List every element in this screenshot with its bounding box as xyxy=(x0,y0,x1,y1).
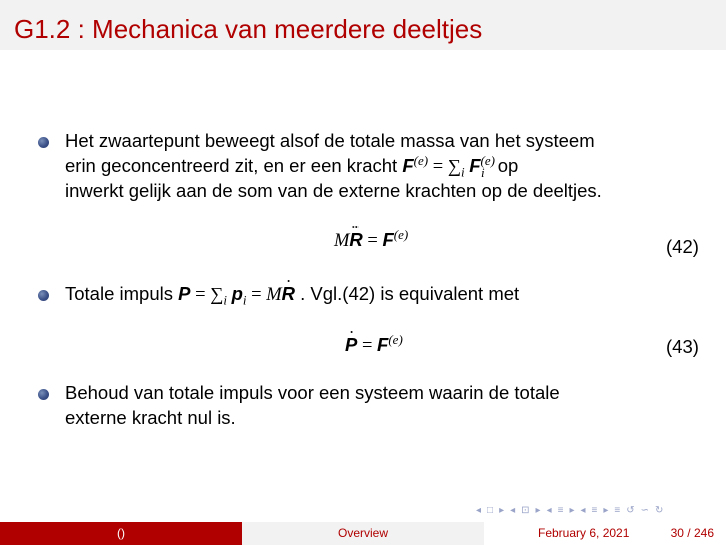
nav-symbol[interactable]: ◂ xyxy=(547,505,553,516)
bullet-icon xyxy=(38,290,49,301)
nav-symbol[interactable]: ◂ xyxy=(510,505,516,516)
nav-symbol[interactable]: □ xyxy=(487,505,494,516)
bullet-1-line-3: inwerkt gelijk aan de som van de externe… xyxy=(65,180,602,201)
nav-symbol[interactable]: ≡ xyxy=(592,505,599,516)
footer-section[interactable]: Overview xyxy=(242,522,484,545)
bullet-icon xyxy=(38,389,49,400)
footer-author: () xyxy=(0,522,242,545)
nav-symbol[interactable]: ◂ xyxy=(580,505,586,516)
nav-symbol[interactable]: ↺ xyxy=(626,505,635,516)
bullet-3-line-2: externe kracht nul is. xyxy=(65,407,236,428)
nav-symbol[interactable]: ⊡ xyxy=(521,505,530,516)
bullet-1-line-1: Het zwaartepunt beweegt alsof de totale … xyxy=(65,130,595,151)
nav-symbol[interactable]: ▸ xyxy=(603,505,609,516)
footer-date: February 6, 2021 xyxy=(538,526,630,540)
nav-symbol[interactable]: ◂ xyxy=(476,505,482,516)
footer-info: February 6, 2021 30 / 246 xyxy=(484,522,726,545)
bullet-1-line-2: erin geconcentreerd zit, en er een krach… xyxy=(65,152,519,180)
navigation-controls[interactable]: ◂ □ ▸ ◂ ⊡ ▸ ◂ ≡ ▸ ◂ ≡ ▸ ≡ ↺ ∽ ↻ xyxy=(476,505,669,516)
nav-symbol[interactable]: ↻ xyxy=(655,505,664,516)
bullet-2-text-tail: . Vgl.(42) is equivalent met xyxy=(300,283,520,304)
footer-page-number: 30 / 246 xyxy=(670,526,714,540)
bullet-2-text: Totale impuls xyxy=(65,283,173,304)
footer-bar: () Overview February 6, 2021 30 / 246 xyxy=(0,522,726,545)
external-force-formula: F(e) = ∑i F(e)i xyxy=(402,152,495,180)
nav-symbol[interactable]: ▸ xyxy=(569,505,575,516)
bullet-2-line: Totale impuls P = ∑i pi = MR . Vgl.(42) … xyxy=(65,283,520,308)
equation-43: P = F(e) xyxy=(345,331,403,356)
bullet-1-op: op xyxy=(497,155,519,176)
equation-42: MR = F(e) xyxy=(334,226,409,251)
slide-content: Het zwaartepunt beweegt alsof de totale … xyxy=(0,0,726,545)
bullet-icon xyxy=(38,137,49,148)
nav-symbol[interactable]: ▸ xyxy=(499,505,505,516)
nav-symbol[interactable]: ∽ xyxy=(641,505,650,516)
nav-symbol[interactable]: ≡ xyxy=(558,505,565,516)
total-momentum-formula: P = ∑i pi = MR xyxy=(178,283,295,308)
nav-symbol[interactable]: ≡ xyxy=(614,505,621,516)
bullet-1-text: erin geconcentreerd zit, en er een krach… xyxy=(65,155,398,176)
equation-number-43: (43) xyxy=(666,336,699,357)
nav-symbol[interactable]: ▸ xyxy=(536,505,542,516)
bullet-3-line-1: Behoud van totale impuls voor een systee… xyxy=(65,382,560,403)
equation-number-42: (42) xyxy=(666,236,699,257)
